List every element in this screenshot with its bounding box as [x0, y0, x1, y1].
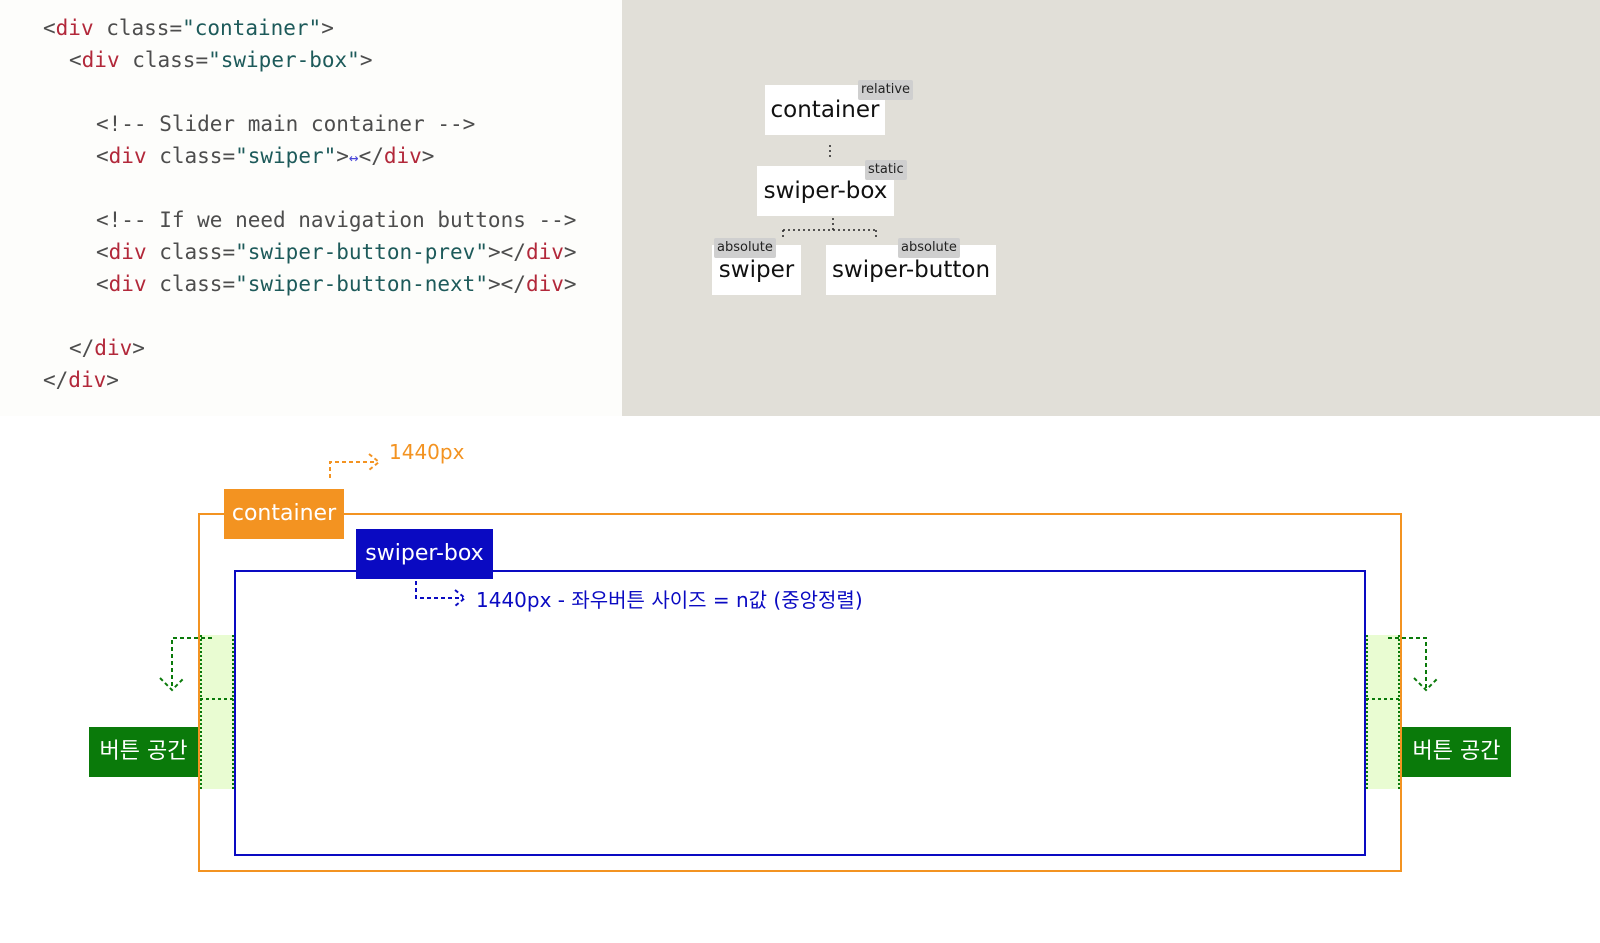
badge-absolute-swiper-button: absolute	[898, 238, 960, 258]
code-line-button-next: <div class="swiper-button-next"></div>	[96, 272, 577, 296]
right-button-arrow	[1388, 637, 1439, 692]
code-line-swiper-box-open: <div class="swiper-box">	[69, 48, 373, 72]
code-line-container-close: </div>	[43, 368, 119, 392]
badge-static: static	[865, 160, 907, 180]
container-width-note: 1440px	[389, 440, 465, 464]
layout-diagram: 1440px container swiper-box 1440px - 좌우버…	[0, 416, 1600, 943]
dom-tree-panel: container relative swiper-box static swi…	[622, 0, 1600, 416]
code-line-comment-slider: <!-- Slider main container -->	[96, 112, 476, 136]
container-label: container	[224, 489, 344, 539]
swiper-box-label: swiper-box	[356, 529, 493, 579]
code-panel: <div class="container"> <div class="swip…	[0, 0, 622, 416]
swiper-box-width-note: 1440px - 좌우버튼 사이즈 = n값 (중앙정렬)	[476, 588, 863, 612]
right-button-label: 버튼 공간	[1402, 727, 1511, 777]
badge-relative: relative	[858, 80, 914, 100]
code-line-container-open: <div class="container">	[43, 16, 334, 40]
code-line-swiper-box-close: </div>	[69, 336, 145, 360]
left-button-label: 버튼 공간	[89, 727, 198, 777]
code-line-comment-nav: <!-- If we need navigation buttons -->	[96, 208, 577, 232]
collapsed-arrow-icon[interactable]: ↔	[349, 148, 359, 167]
code-line-swiper: <div class="swiper">↔</div>	[96, 144, 435, 168]
left-button-arrow	[159, 637, 212, 692]
code-line-button-prev: <div class="swiper-button-prev"></div>	[96, 240, 577, 264]
badge-absolute-swiper: absolute	[714, 238, 776, 258]
container-width-arrow	[329, 453, 381, 478]
